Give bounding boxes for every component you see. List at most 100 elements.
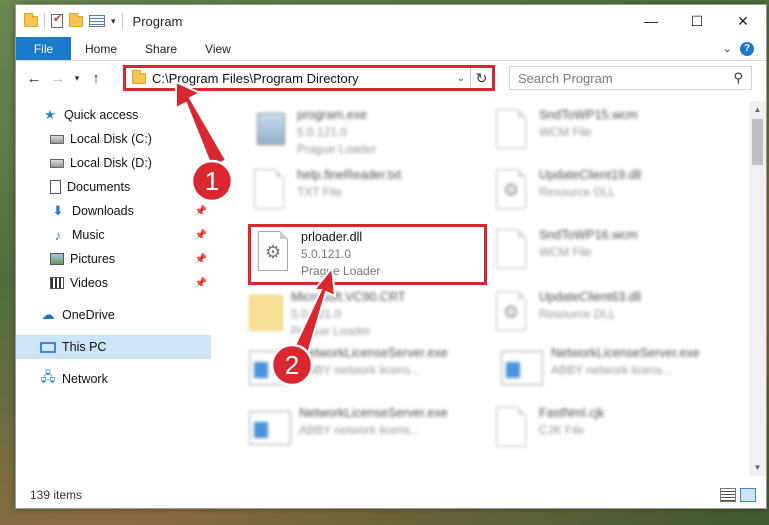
application-icon <box>249 351 291 385</box>
file-description: ABBY network licens... <box>551 363 673 377</box>
document-file-icon <box>496 229 526 269</box>
close-button[interactable]: ✕ <box>720 5 766 37</box>
folder-icon <box>249 295 283 331</box>
tab-home[interactable]: Home <box>71 37 131 60</box>
file-item[interactable]: NetworkLicenseServer.exe ABBY network li… <box>249 345 448 385</box>
pin-icon[interactable]: 📌 <box>195 254 207 265</box>
music-icon: ♪ <box>54 227 62 243</box>
customize-toolbar-icon[interactable] <box>89 15 105 27</box>
search-input[interactable]: Search Program ⚲ <box>509 66 752 90</box>
application-icon <box>249 411 291 445</box>
file-name: SndToWP16.wcm <box>539 228 638 242</box>
address-dropdown-icon[interactable]: ⌄ <box>452 73 470 84</box>
sidebar-item-label: Videos <box>70 276 108 290</box>
pin-icon[interactable]: 📌 <box>195 230 207 241</box>
file-item[interactable]: NetworkLicenseServer.exe ABBY network li… <box>249 405 448 445</box>
sidebar-item-documents[interactable]: Documents <box>16 175 211 199</box>
maximize-button[interactable]: ☐ <box>674 5 720 37</box>
sidebar-item-label: Downloads <box>72 204 134 218</box>
sidebar-item-pictures[interactable]: Pictures 📌 <box>16 247 211 271</box>
file-item[interactable]: SndToWP15.wcm WCM File <box>491 107 638 151</box>
quick-access-toolbar: ▾ <box>24 12 123 29</box>
tab-file[interactable]: File <box>16 37 71 60</box>
file-item[interactable]: FastNml.cjk CJK File <box>491 405 604 449</box>
maximize-icon: ☐ <box>690 12 704 29</box>
tiles-view-icon[interactable] <box>740 488 756 502</box>
file-item[interactable]: UpdateClient19.dll Resource DLL <box>491 167 641 211</box>
downloads-icon: ⬇ <box>52 203 64 218</box>
expand-ribbon-icon[interactable]: ⌄ <box>723 42 732 55</box>
file-list: program.exe 5.0.121.0 Prague Loader SndT… <box>221 101 745 476</box>
sidebar-item-videos[interactable]: Videos 📌 <box>16 271 211 295</box>
sidebar-item-onedrive[interactable]: ☁ OneDrive <box>16 303 211 327</box>
navigation-bar: ← → ▾ ↑ C:\Program Files\Program Directo… <box>16 63 766 93</box>
documents-icon <box>50 180 61 194</box>
sidebar-item-local-disk-d[interactable]: Local Disk (D:) <box>16 151 211 175</box>
pin-icon[interactable]: 📌 <box>195 206 207 217</box>
sidebar-item-this-pc[interactable]: This PC <box>16 335 211 359</box>
file-item[interactable]: SndToWP16.wcm WCM File <box>491 227 638 271</box>
sidebar-item-music[interactable]: ♪ Music 📌 <box>16 223 211 247</box>
back-button[interactable]: ← <box>22 66 46 90</box>
document-file-icon <box>496 407 526 447</box>
details-view-icon[interactable] <box>720 488 736 502</box>
new-folder-icon[interactable] <box>69 12 83 27</box>
view-switcher <box>720 488 756 502</box>
drive-icon <box>50 134 64 144</box>
window-controls: — ☐ ✕ <box>628 5 766 37</box>
forward-button[interactable]: → <box>46 66 70 90</box>
folder-icon[interactable] <box>24 12 38 27</box>
help-icon[interactable]: ? <box>740 41 754 56</box>
sidebar-item-local-disk-c[interactable]: Local Disk (C:) <box>16 127 211 151</box>
sidebar-item-label: Quick access <box>64 108 139 122</box>
file-type: Resource DLL <box>539 185 616 199</box>
explorer-window: ▾ Program — ☐ ✕ File Home Share View ⌄ ?… <box>15 4 767 509</box>
file-name: FastNml.cjk <box>539 406 605 420</box>
file-name: UpdateClient63.dll <box>539 290 642 304</box>
sidebar-item-quick-access[interactable]: ★ Quick access <box>16 103 211 127</box>
sidebar-item-label: Pictures <box>70 252 116 266</box>
arrow-right-icon: → <box>50 69 66 87</box>
properties-check-icon[interactable] <box>51 12 63 28</box>
recent-locations-button[interactable]: ▾ <box>70 66 84 90</box>
minimize-icon: — <box>644 13 658 29</box>
file-description: Prague Loader <box>297 142 377 156</box>
up-button[interactable]: ↑ <box>84 66 108 90</box>
dll-file-icon <box>496 291 526 331</box>
file-name: NetworkLicenseServer.exe <box>299 406 448 420</box>
file-item[interactable]: Microsoft.VC90.CRT 5.0.121.0 Prague Load… <box>249 289 405 340</box>
file-name: program.exe <box>297 108 368 122</box>
scroll-thumb[interactable] <box>752 119 763 165</box>
sidebar-item-label: OneDrive <box>62 308 115 322</box>
address-bar[interactable]: C:\Program Files\Program Directory ⌄ ↻ <box>123 65 495 91</box>
refresh-button[interactable]: ↻ <box>470 68 492 88</box>
sidebar-item-label: Documents <box>67 180 131 194</box>
search-icon[interactable]: ⚲ <box>733 70 743 86</box>
file-item[interactable]: NetworkLicenseServer.exe ABBY network li… <box>501 345 700 385</box>
scroll-up-icon[interactable]: ▲ <box>749 101 766 118</box>
videos-icon <box>50 277 64 289</box>
file-version: 5.0.121.0 <box>297 125 348 139</box>
file-name: NetworkLicenseServer.exe <box>551 346 700 360</box>
sidebar-item-network[interactable]: 🖧 Network <box>16 367 211 391</box>
sidebar-item-label: Local Disk (C:) <box>70 132 152 146</box>
minimize-button[interactable]: — <box>628 5 674 37</box>
file-item[interactable]: program.exe 5.0.121.0 Prague Loader <box>249 107 376 158</box>
chevron-down-icon: ▾ <box>74 72 80 83</box>
sidebar-item-downloads[interactable]: ⬇ Downloads 📌 <box>16 199 211 223</box>
tab-view[interactable]: View <box>191 37 245 60</box>
file-item[interactable]: UpdateClient63.dll Resource DLL <box>491 289 641 333</box>
tab-share[interactable]: Share <box>131 37 191 60</box>
status-bar: 139 items <box>16 482 766 508</box>
vertical-scrollbar[interactable]: ▲ ▼ <box>749 101 766 476</box>
chevron-down-icon[interactable]: ▾ <box>111 16 116 27</box>
drive-icon <box>50 158 64 168</box>
file-item[interactable]: help.fineReader.txt TXT File <box>249 167 401 211</box>
pin-icon[interactable]: 📌 <box>195 278 207 289</box>
scroll-down-icon[interactable]: ▼ <box>749 459 766 476</box>
file-name: UpdateClient19.dll <box>539 168 642 182</box>
document-file-icon <box>496 109 526 149</box>
sidebar-item-label: Network <box>62 372 108 386</box>
address-path[interactable]: C:\Program Files\Program Directory <box>152 71 452 86</box>
search-placeholder: Search Program <box>518 70 613 86</box>
